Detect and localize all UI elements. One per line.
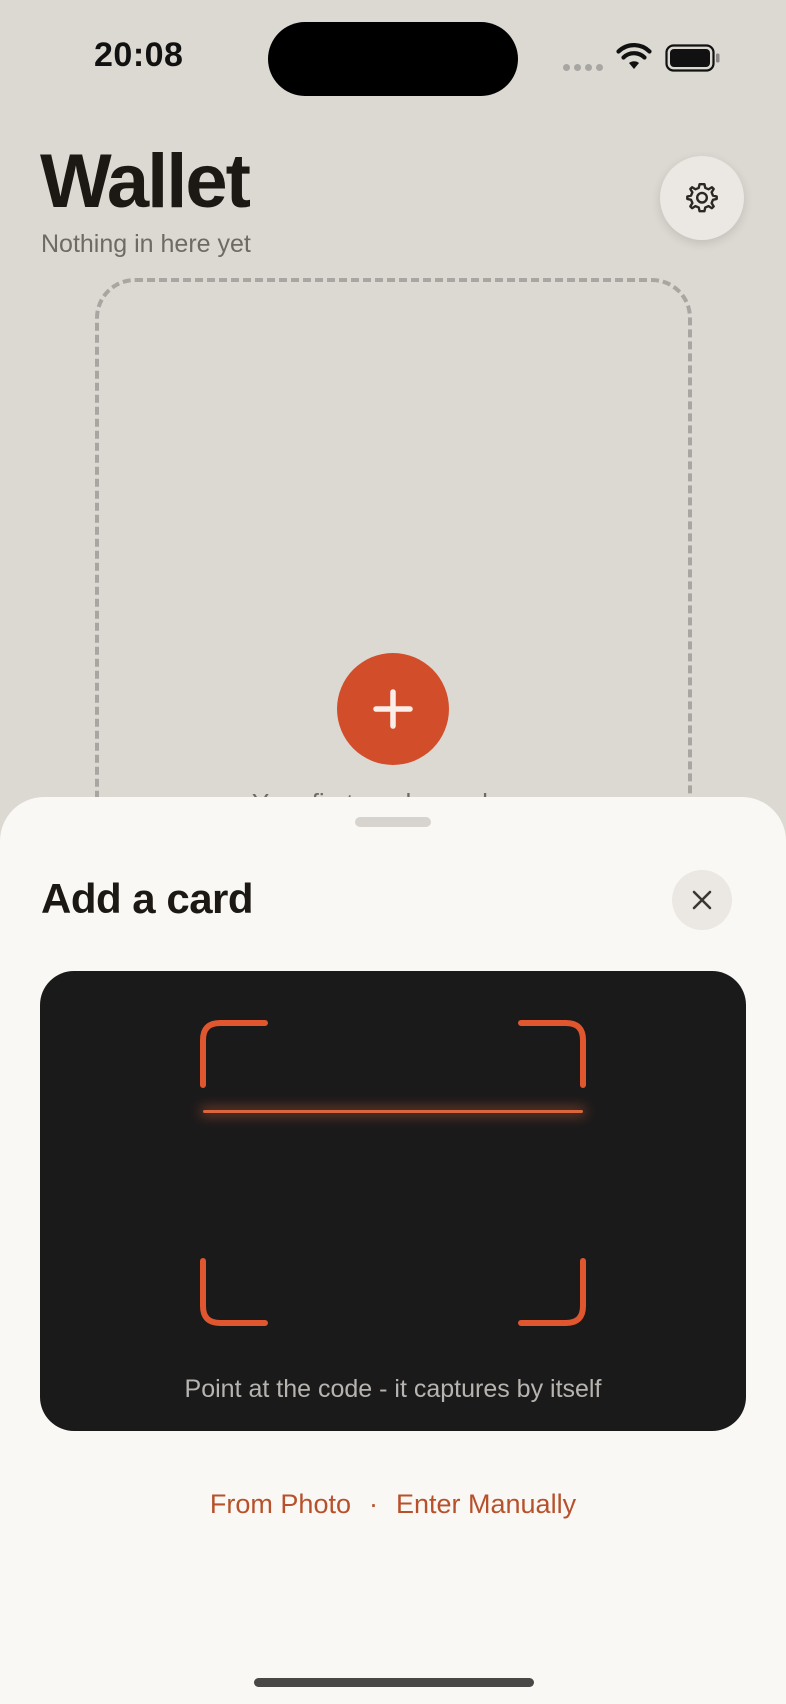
scan-frame-icon — [200, 1020, 586, 1326]
sheet-title: Add a card — [41, 875, 254, 922]
settings-button[interactable] — [660, 156, 744, 240]
page-title: Wallet — [40, 139, 251, 224]
status-time: 20:08 — [94, 36, 184, 74]
wifi-icon — [616, 43, 652, 69]
enter-manually-link[interactable]: Enter Manually — [396, 1489, 576, 1520]
sheet-actions: From Photo · Enter Manually — [0, 1489, 786, 1520]
actions-separator: · — [368, 1489, 378, 1519]
page-subtitle: Nothing in here yet — [41, 230, 251, 258]
gear-icon — [686, 183, 718, 213]
camera-scanner[interactable]: Point at the code - it captures by itsel… — [40, 971, 746, 1431]
scanner-hint: Point at the code - it captures by itsel… — [184, 1375, 602, 1403]
add-card-sheet: Add a card Point at the code - it captur… — [0, 797, 786, 1704]
add-card-button[interactable] — [337, 653, 449, 765]
home-indicator — [254, 1678, 534, 1687]
from-photo-link[interactable]: From Photo — [210, 1489, 351, 1520]
sheet-grabber[interactable] — [355, 817, 431, 827]
battery-icon — [665, 44, 720, 72]
close-icon — [692, 890, 712, 910]
signal-icon — [563, 64, 603, 71]
scan-line — [203, 1110, 583, 1113]
close-button[interactable] — [672, 870, 732, 930]
plus-icon — [373, 689, 413, 729]
dynamic-island — [268, 22, 518, 96]
